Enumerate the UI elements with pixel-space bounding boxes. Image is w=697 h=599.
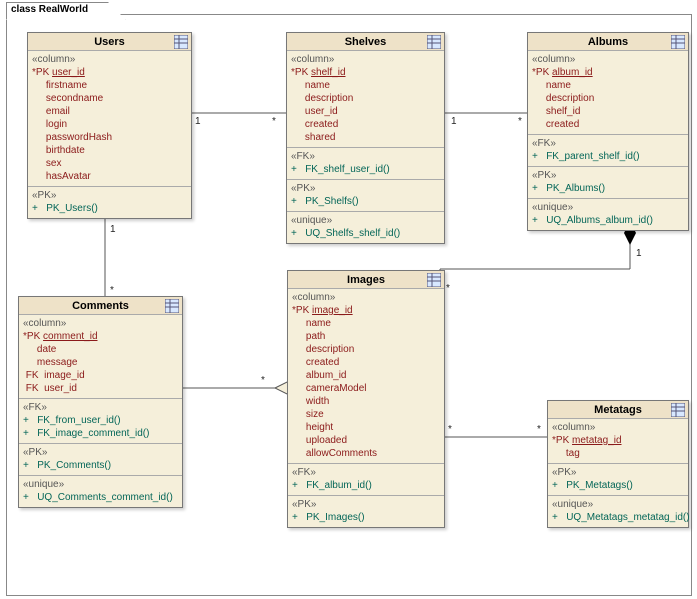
class-metatags-title: Metatags [548, 401, 688, 419]
class-users-title: Users [28, 33, 191, 51]
mult-users-shelves-star: * [272, 116, 276, 127]
users-pk: «PK» + PK_Users() [28, 187, 191, 218]
shelves-pk: «PK» + PK_Shelfs() [287, 180, 444, 212]
metatags-pk: «PK» + PK_Metatags() [548, 464, 688, 496]
shelves-uq: «unique» + UQ_Shelfs_shelf_id() [287, 212, 444, 243]
class-metatags: Metatags «column» *PK metatag_id tag «PK… [547, 400, 689, 528]
images-pk: «PK» + PK_Images() [288, 496, 444, 527]
mult-users-comments-1: 1 [110, 224, 116, 235]
mult-albums-images-1: 1 [636, 248, 642, 259]
albums-columns: «column» *PK album_id name description s… [528, 51, 688, 135]
table-icon [174, 35, 188, 49]
images-fk: «FK» + FK_album_id() [288, 464, 444, 496]
class-users: Users «column» *PK user_id firstname sec… [27, 32, 192, 219]
mult-users-comments-star: * [110, 285, 114, 296]
comments-columns: «column» *PK comment_id date message FK … [19, 315, 182, 399]
table-icon [427, 35, 441, 49]
images-columns: «column» *PK image_id name path descript… [288, 289, 444, 464]
mult-shelves-albums-1: 1 [451, 116, 457, 127]
table-icon [427, 273, 441, 287]
class-images: Images «column» *PK image_id name path d… [287, 270, 445, 528]
comments-uq: «unique» + UQ_Comments_comment_id() [19, 476, 182, 507]
table-icon [671, 403, 685, 417]
comments-pk: «PK» + PK_Comments() [19, 444, 182, 476]
class-images-title: Images [288, 271, 444, 289]
shelves-fk: «FK» + FK_shelf_user_id() [287, 148, 444, 180]
class-comments: Comments «column» *PK comment_id date me… [18, 296, 183, 508]
frame-title: class RealWorld [6, 2, 126, 20]
class-shelves-title: Shelves [287, 33, 444, 51]
albums-uq: «unique» + UQ_Albums_album_id() [528, 199, 688, 230]
table-icon [671, 35, 685, 49]
metatags-columns: «column» *PK metatag_id tag [548, 419, 688, 464]
mult-comments-images-star: * [261, 375, 265, 386]
mult-albums-images-star: * [446, 283, 450, 294]
metatags-uq: «unique» + UQ_Metatags_metatag_id() [548, 496, 688, 527]
shelves-columns: «column» *PK shelf_id name description u… [287, 51, 444, 148]
mult-images-metatags-star2: * [537, 424, 541, 435]
class-shelves: Shelves «column» *PK shelf_id name descr… [286, 32, 445, 244]
table-icon [165, 299, 179, 313]
class-comments-title: Comments [19, 297, 182, 315]
users-columns: «column» *PK user_id firstname secondnam… [28, 51, 191, 187]
class-albums-title: Albums [528, 33, 688, 51]
comments-fk: «FK» + FK_from_user_id() + FK_image_comm… [19, 399, 182, 444]
mult-images-metatags-star1: * [448, 424, 452, 435]
mult-users-shelves-1: 1 [195, 116, 201, 127]
mult-shelves-albums-star: * [518, 116, 522, 127]
albums-pk: «PK» + PK_Albums() [528, 167, 688, 199]
albums-fk: «FK» + FK_parent_shelf_id() [528, 135, 688, 167]
class-albums: Albums «column» *PK album_id name descri… [527, 32, 689, 231]
